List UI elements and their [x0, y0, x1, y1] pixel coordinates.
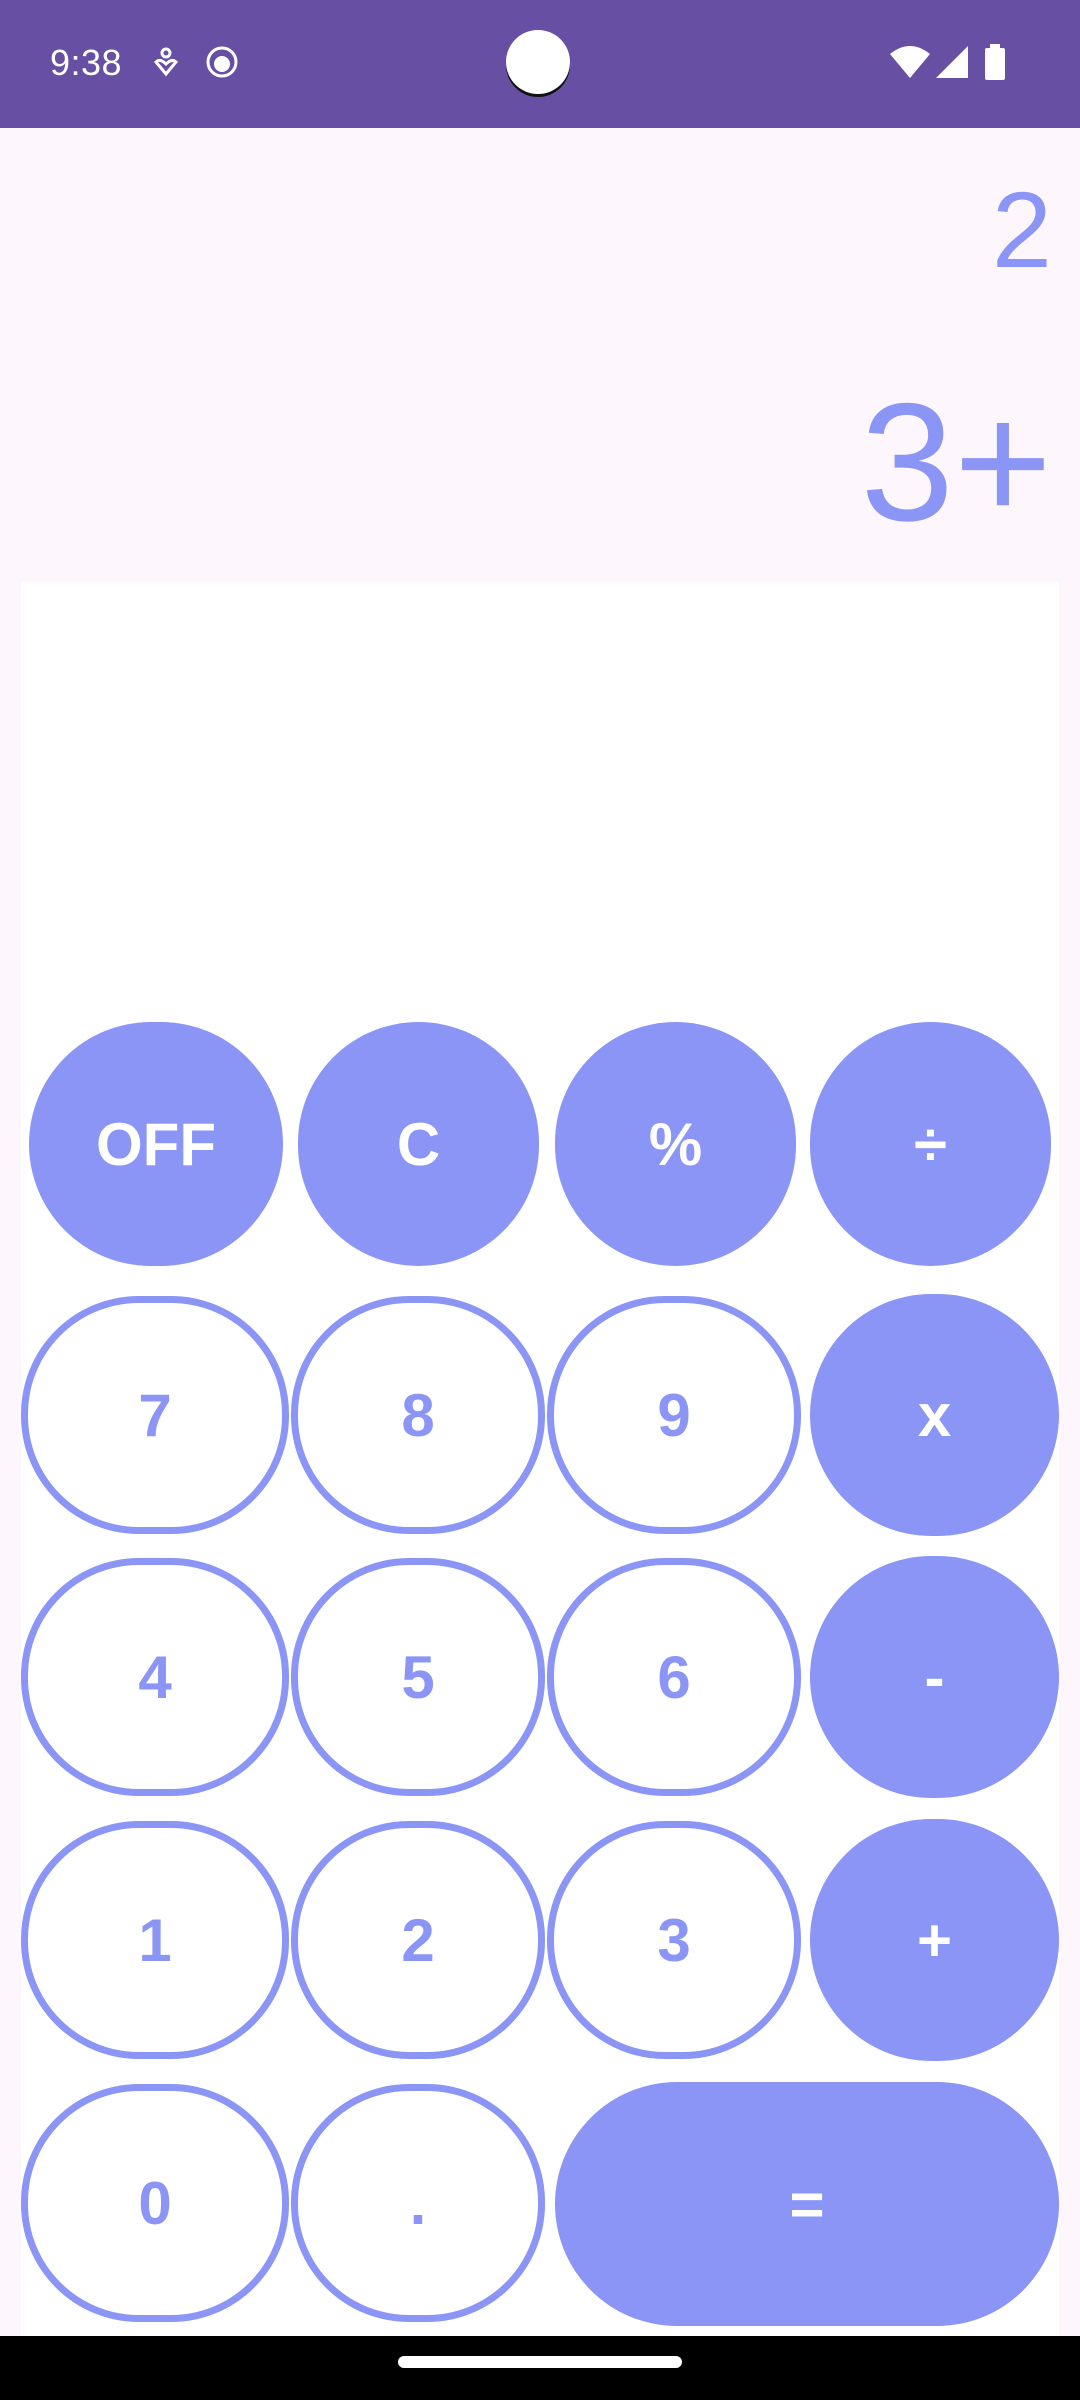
off-button[interactable]: OFF — [29, 1022, 283, 1266]
calculator-display: 2 3+ — [0, 128, 1080, 580]
digit-0-button[interactable]: 0 — [21, 2084, 289, 2322]
percent-button[interactable]: % — [555, 1022, 796, 1266]
digit-9-button[interactable]: 9 — [547, 1296, 801, 1534]
multiply-button[interactable]: x — [810, 1294, 1059, 1536]
result-text: 2 — [991, 169, 1052, 290]
digit-2-button[interactable]: 2 — [291, 1821, 545, 2059]
navigation-bar — [0, 2336, 1080, 2400]
status-bar: 9:38 — [0, 0, 1080, 128]
digit-6-button[interactable]: 6 — [547, 1558, 801, 1796]
battery-icon — [984, 44, 1006, 80]
digit-3-button[interactable]: 3 — [547, 1821, 801, 2059]
camera-cutout — [506, 30, 570, 94]
digit-5-button[interactable]: 5 — [291, 1558, 545, 1796]
divide-button[interactable]: ÷ — [810, 1022, 1051, 1266]
digit-8-button[interactable]: 8 — [291, 1296, 545, 1534]
status-time: 9:38 — [50, 42, 123, 83]
digit-1-button[interactable]: 1 — [21, 1821, 289, 2059]
subtract-button[interactable]: - — [810, 1556, 1059, 1798]
cat-face-icon — [204, 44, 240, 80]
clear-button[interactable]: C — [298, 1022, 539, 1266]
heart-person-icon — [148, 44, 184, 80]
digit-7-button[interactable]: 7 — [21, 1296, 289, 1534]
equals-button[interactable]: = — [555, 2082, 1059, 2326]
add-button[interactable]: + — [810, 1819, 1059, 2061]
home-indicator[interactable] — [398, 2356, 682, 2368]
digit-4-button[interactable]: 4 — [21, 1558, 289, 1796]
decimal-button[interactable]: . — [291, 2084, 545, 2322]
expression-text: 3+ — [860, 368, 1052, 556]
signal-icon — [934, 44, 970, 80]
wifi-icon — [888, 44, 932, 80]
